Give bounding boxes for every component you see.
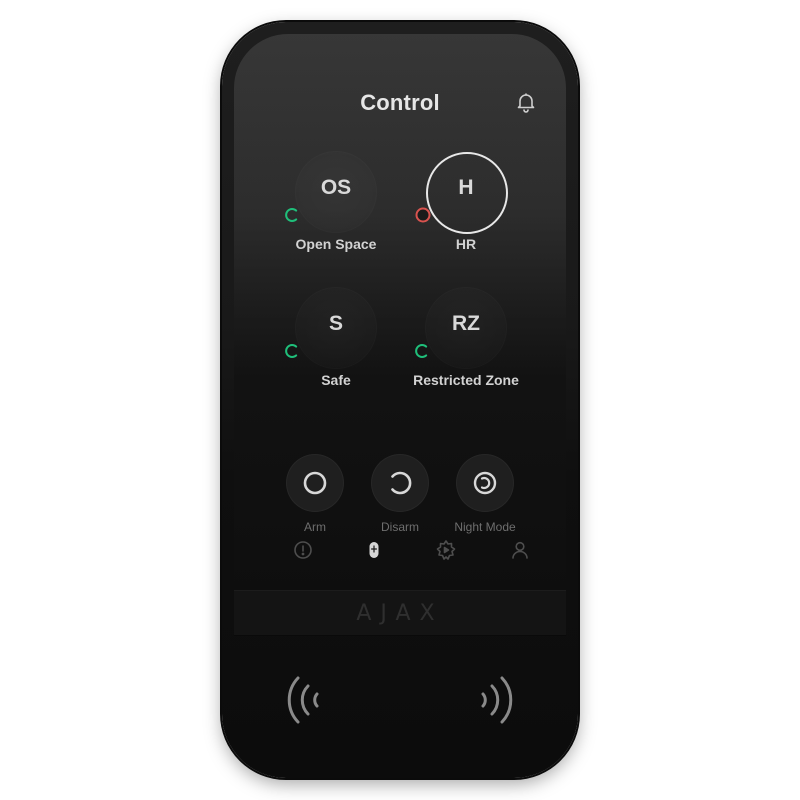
group-initials: RZ <box>452 312 480 335</box>
disarmed-status-icon <box>414 342 432 360</box>
group-initials: H <box>458 176 474 199</box>
group-hr[interactable]: H HR <box>406 152 526 262</box>
night-mode-label: Night Mode <box>454 520 516 534</box>
control-icon[interactable] <box>362 538 386 562</box>
night-mode-button-circle <box>456 454 514 512</box>
group-label: Restricted Zone <box>413 372 519 388</box>
brand-strip: AJAX <box>234 590 566 636</box>
bell-icon[interactable] <box>514 90 538 114</box>
arm-button-circle <box>286 454 344 512</box>
user-icon[interactable] <box>508 538 532 562</box>
nfc-right-icon <box>470 670 516 730</box>
night-mode-button[interactable]: Night Mode <box>435 454 535 544</box>
group-open-space[interactable]: OS Open Space <box>276 152 396 262</box>
group-initials: OS <box>320 176 352 199</box>
group-initials: S <box>328 312 343 335</box>
nfc-left-icon <box>284 670 330 730</box>
disarmed-status-icon <box>284 206 302 224</box>
disarm-button-circle <box>371 454 429 512</box>
ajax-logo: AJAX <box>356 601 444 626</box>
scenarios-icon[interactable] <box>434 538 458 562</box>
group-label: HR <box>455 236 477 252</box>
arm-icon <box>303 471 327 495</box>
night-mode-icon <box>473 471 497 495</box>
keypad-device: Control OS Open Space H HR S Safe RZ Res… <box>222 22 578 778</box>
group-restricted-zone[interactable]: RZ Restricted Zone <box>406 288 526 398</box>
touch-screen: Control OS Open Space H HR S Safe RZ Res… <box>234 34 566 612</box>
alert-icon[interactable] <box>291 538 315 562</box>
disarm-icon <box>391 471 412 495</box>
group-safe[interactable]: S Safe <box>276 288 396 398</box>
disarmed-status-icon <box>284 342 302 360</box>
alarm-status-icon <box>414 206 432 224</box>
